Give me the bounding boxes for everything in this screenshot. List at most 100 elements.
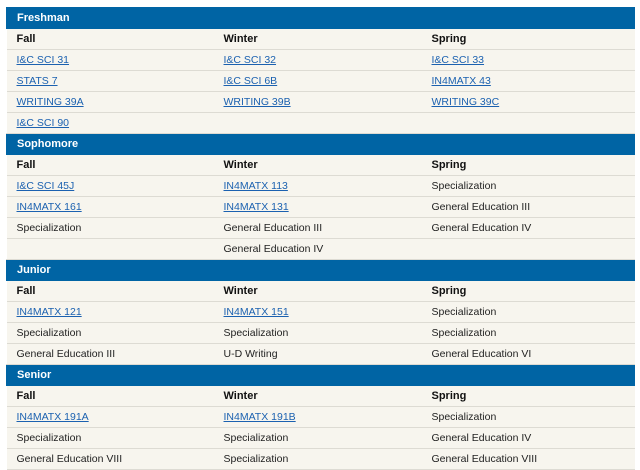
course-label: U-D Writing	[223, 348, 278, 360]
year-header-row: Sophomore	[5, 133, 636, 155]
course-label: Specialization	[431, 411, 497, 423]
course-link[interactable]: IN4MATX 161	[17, 201, 82, 213]
course-label: Specialization	[431, 180, 497, 192]
course-label: Specialization	[16, 222, 82, 234]
course-cell: Specialization	[421, 175, 635, 197]
course-cell: STATS 7	[6, 70, 214, 92]
course-cell: IN4MATX 121	[6, 301, 214, 323]
course-link[interactable]: WRITING 39C	[432, 96, 500, 108]
table-row: WRITING 39A WRITING 39B WRITING 39C	[6, 91, 635, 113]
course-cell: General Education III	[6, 343, 214, 365]
year-title: Freshman	[5, 7, 636, 29]
course-link[interactable]: I&C SCI 6B	[224, 75, 278, 87]
course-link[interactable]: WRITING 39B	[224, 96, 291, 108]
course-label: Specialization	[223, 453, 289, 465]
course-cell: General Education VI	[421, 343, 635, 365]
quarter-heading: Fall	[6, 28, 214, 50]
year-title: Junior	[5, 259, 636, 281]
course-cell: I&C SCI 31	[6, 49, 214, 71]
course-label: Specialization	[223, 432, 289, 444]
course-cell	[421, 238, 635, 260]
table-row: Specialization Specialization Specializati…	[6, 322, 635, 344]
course-cell: IN4MATX 43	[421, 70, 635, 92]
quarter-heading: Spring	[421, 28, 635, 50]
course-link[interactable]: I&C SCI 32	[224, 54, 277, 66]
table-row: General Education VIII Specialization Gene…	[6, 448, 635, 470]
course-cell: Specialization	[213, 448, 422, 470]
course-link[interactable]: I&C SCI 90	[17, 117, 70, 129]
course-link[interactable]: I&C SCI 45J	[17, 180, 75, 192]
course-link[interactable]: IN4MATX 131	[224, 201, 289, 213]
course-cell: I&C SCI 33	[421, 49, 635, 71]
course-cell: WRITING 39B	[213, 91, 422, 113]
quarter-heading: Fall	[6, 280, 214, 302]
course-cell: IN4MATX 113	[213, 175, 422, 197]
course-cell: U-D Writing	[213, 343, 422, 365]
table-row: IN4MATX 191A IN4MATX 191B Specialization	[6, 406, 635, 428]
course-cell: Specialization	[6, 322, 214, 344]
course-cell: General Education III	[213, 217, 422, 239]
table-row: I&C SCI 45J IN4MATX 113 Specialization	[6, 175, 635, 197]
course-cell: I&C SCI 45J	[6, 175, 214, 197]
quarter-heading: Fall	[6, 154, 214, 176]
course-cell: General Education IV	[421, 427, 635, 449]
course-cell: Specialization	[6, 217, 214, 239]
course-cell: General Education IV	[421, 217, 635, 239]
quarter-header-row: Fall Winter Spring	[6, 154, 635, 176]
sample-plan-container: Freshman Fall Winter Spring I&C SCI 31 I&C SC…	[5, 7, 636, 470]
course-cell: General Education IV	[213, 238, 422, 260]
course-link[interactable]: IN4MATX 121	[17, 306, 82, 318]
course-link[interactable]: WRITING 39A	[17, 96, 84, 108]
quarter-heading: Spring	[421, 280, 635, 302]
course-link[interactable]: IN4MATX 43	[432, 75, 491, 87]
course-label: General Education III	[223, 222, 323, 234]
year-header-row: Senior	[5, 364, 636, 386]
course-label: General Education IV	[431, 222, 532, 234]
year-header-row: Junior	[5, 259, 636, 281]
quarter-heading: Winter	[213, 280, 422, 302]
course-cell	[213, 112, 422, 134]
table-row: STATS 7 I&C SCI 6B IN4MATX 43	[6, 70, 635, 92]
quarter-header-row: Fall Winter Spring	[6, 28, 635, 50]
table-row: Specialization General Education III Gener…	[6, 217, 635, 239]
course-label: Specialization	[431, 306, 497, 318]
course-label: General Education VIII	[16, 453, 123, 465]
table-row: Specialization Specialization General Educ…	[6, 427, 635, 449]
table-row: General Education IV	[6, 238, 635, 260]
course-cell: IN4MATX 191A	[6, 406, 214, 428]
quarter-heading: Fall	[6, 385, 214, 407]
course-label: General Education III	[16, 348, 116, 360]
quarter-heading: Spring	[421, 385, 635, 407]
course-link[interactable]: IN4MATX 191B	[224, 411, 296, 423]
table-row: IN4MATX 121 IN4MATX 151 Specialization	[6, 301, 635, 323]
course-link[interactable]: I&C SCI 31	[17, 54, 70, 66]
course-cell: IN4MATX 151	[213, 301, 422, 323]
course-cell	[421, 112, 635, 134]
course-cell: IN4MATX 131	[213, 196, 422, 218]
course-label: Specialization	[16, 432, 82, 444]
course-cell: I&C SCI 90	[6, 112, 214, 134]
course-cell	[6, 238, 214, 260]
course-label: General Education IV	[223, 243, 324, 255]
course-label: Specialization	[431, 327, 497, 339]
year-title: Senior	[5, 364, 636, 386]
course-cell: I&C SCI 32	[213, 49, 422, 71]
course-link[interactable]: IN4MATX 151	[224, 306, 289, 318]
course-cell: Specialization	[421, 301, 635, 323]
course-cell: General Education VIII	[6, 448, 214, 470]
sample-plan-table: Freshman Fall Winter Spring I&C SCI 31 I&C SC…	[5, 7, 636, 470]
year-header-row: Freshman	[5, 7, 636, 29]
quarter-header-row: Fall Winter Spring	[6, 385, 635, 407]
course-link[interactable]: IN4MATX 113	[224, 180, 288, 192]
quarter-heading: Winter	[213, 385, 422, 407]
course-link[interactable]: STATS 7	[17, 75, 58, 87]
course-link[interactable]: I&C SCI 33	[432, 54, 485, 66]
course-link[interactable]: IN4MATX 191A	[17, 411, 89, 423]
table-row: General Education III U-D Writing General …	[6, 343, 635, 365]
year-title: Sophomore	[5, 133, 636, 155]
course-cell: General Education III	[421, 196, 635, 218]
table-row: IN4MATX 161 IN4MATX 131 General Education …	[6, 196, 635, 218]
course-cell: General Education VIII	[421, 448, 635, 470]
quarter-header-row: Fall Winter Spring	[6, 280, 635, 302]
course-cell: WRITING 39C	[421, 91, 635, 113]
